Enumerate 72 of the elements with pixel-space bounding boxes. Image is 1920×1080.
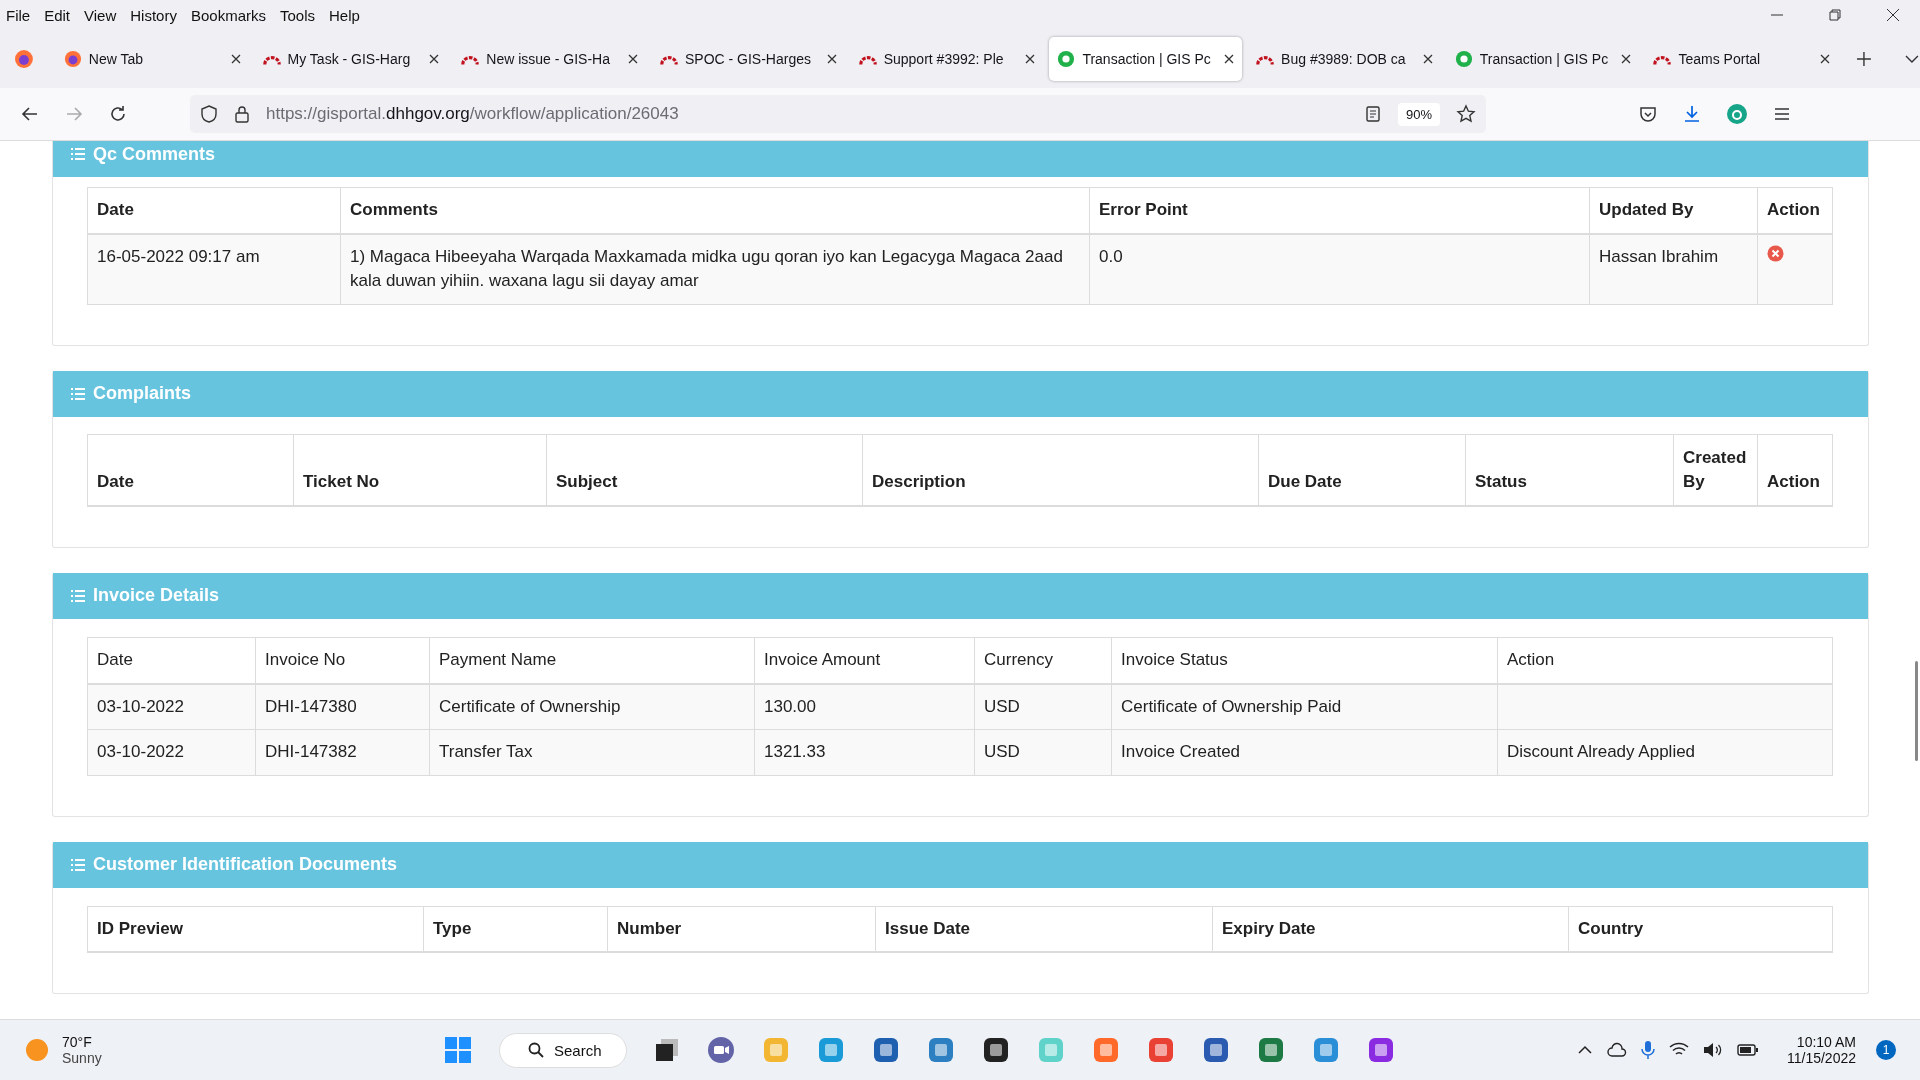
column-header: Type xyxy=(423,906,608,953)
table-cell: 1321.33 xyxy=(764,742,826,762)
notification-badge[interactable]: 1 xyxy=(1876,1040,1896,1060)
column-header: Expiry Date xyxy=(1212,906,1569,953)
clock-date[interactable]: 11/15/2022 xyxy=(1786,1050,1856,1066)
column-header: Action xyxy=(1497,637,1833,684)
clock-time[interactable]: 10:10 AM xyxy=(1796,1034,1856,1050)
browser-tab[interactable]: Support #3992: Ple xyxy=(850,37,1044,81)
table-cell: 130.00 xyxy=(764,696,816,716)
table-cell: Certificate of Ownership xyxy=(439,696,621,716)
column-header: Number xyxy=(607,906,876,953)
address-bar[interactable]: https://gisportal.dhhgov.org/workflow/application/26043 90% xyxy=(190,95,1486,133)
column-header: Date xyxy=(87,434,294,506)
menu-item[interactable]: Edit xyxy=(44,6,71,24)
table-cell: USD xyxy=(984,742,1020,762)
table-cell: USD xyxy=(984,696,1020,716)
table-cell: 0.0 xyxy=(1099,246,1123,266)
browser-tab[interactable]: SPOC - GIS-Harges xyxy=(651,37,845,81)
browser-tab[interactable]: Teams Portal xyxy=(1645,37,1839,81)
weather-condition: Sunny xyxy=(62,1050,102,1066)
table-cell: 03-10-2022 xyxy=(97,696,184,716)
column-header: Invoice No xyxy=(255,637,430,684)
column-header: Subject xyxy=(546,434,863,506)
menu-item[interactable]: Help xyxy=(329,6,360,24)
column-header: Status xyxy=(1465,434,1674,506)
table-cell: 16-05-2022 09:17 am xyxy=(97,246,260,266)
menu-item[interactable]: Tools xyxy=(280,6,315,24)
column-header: Date xyxy=(87,637,256,684)
table-cell: Transfer Tax xyxy=(439,742,533,762)
zoom-level[interactable]: 90% xyxy=(1397,102,1440,126)
table-cell: 03-10-2022 xyxy=(97,742,184,762)
panel-title: Invoice Details xyxy=(93,585,220,607)
column-header: Payment Name xyxy=(429,637,755,684)
column-header: Error Point xyxy=(1089,187,1590,234)
table-cell: 1) Magaca Hibeeyaha Warqada Maxkamada midka ugu qoran iyo kan Legacyga Magaca 2aad kala duwan yihiin. waxana lagu sii dayay amar xyxy=(350,246,1063,291)
browser-tab[interactable]: New issue - GIS-Ha xyxy=(453,37,646,81)
column-header: ID Preview xyxy=(87,906,424,953)
column-header: Country xyxy=(1568,906,1833,953)
menu-item[interactable]: History xyxy=(130,6,177,24)
table-cell: DHI-147380 xyxy=(265,696,357,716)
column-header: Invoice Status xyxy=(1111,637,1498,684)
menu-item[interactable]: View xyxy=(84,6,117,24)
table-cell: Hassan Ibrahim xyxy=(1599,246,1719,266)
column-header: Currency xyxy=(974,637,1112,684)
column-header: Updated By xyxy=(1589,187,1758,234)
column-header: Action xyxy=(1757,187,1833,234)
column-header: Issue Date xyxy=(875,906,1213,953)
table-cell: DHI-147382 xyxy=(265,742,357,762)
temperature: 70°F xyxy=(62,1034,93,1050)
browser-tab[interactable]: New Tab xyxy=(55,37,249,81)
column-header: Comments xyxy=(340,187,1090,234)
column-header: Created By xyxy=(1673,434,1758,506)
menu-item[interactable]: File xyxy=(6,6,31,24)
column-header: Date xyxy=(87,187,341,234)
taskbar-search[interactable]: Search xyxy=(499,1032,627,1068)
column-header: Description xyxy=(862,434,1259,506)
menu-item[interactable]: Bookmarks xyxy=(190,6,266,24)
table-cell: Invoice Created xyxy=(1121,742,1241,762)
browser-tab[interactable]: Transaction | GIS Pc xyxy=(1049,37,1243,81)
column-header: Ticket No xyxy=(293,434,547,506)
panel-title: Customer Identification Documents xyxy=(93,854,398,876)
browser-tab[interactable]: Transaction | GIS Pc xyxy=(1446,37,1640,81)
browser-tab[interactable]: Bug #3989: DOB ca xyxy=(1248,37,1441,81)
column-header: Due Date xyxy=(1258,434,1466,506)
table-cell: Discount Already Applied xyxy=(1507,742,1696,762)
browser-tab[interactable]: My Task - GIS-Harg xyxy=(254,37,448,81)
column-header: Action xyxy=(1757,434,1833,506)
panel-title: Complaints xyxy=(93,383,191,405)
panel-title: Qc Comments xyxy=(93,143,216,165)
url-text: https://gisportal.dhhgov.org/workflow/application/26043 xyxy=(266,104,679,124)
column-header: Invoice Amount xyxy=(754,637,975,684)
table-cell: Certificate of Ownership Paid xyxy=(1121,696,1342,716)
